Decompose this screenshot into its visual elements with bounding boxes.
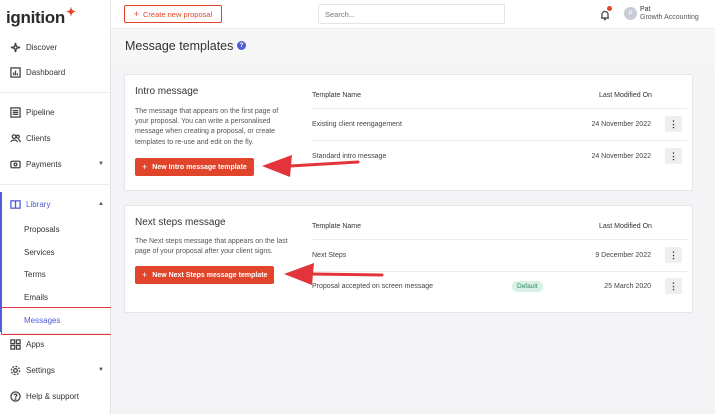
sidebar-item-label: Help & support bbox=[26, 391, 79, 401]
user-org: Growth Accounting bbox=[640, 14, 699, 21]
column-header-name: Template Name bbox=[312, 223, 362, 230]
next-steps-message-card: Next steps message The Next steps messag… bbox=[124, 205, 693, 313]
template-name[interactable]: Next Steps bbox=[312, 252, 346, 259]
chevron-down-icon: ▼ bbox=[98, 367, 104, 373]
page-title: Message templates bbox=[125, 39, 234, 53]
sidebar-item-label: Payments bbox=[26, 159, 62, 169]
create-proposal-button[interactable]: + Create new proposal bbox=[124, 5, 222, 23]
column-header-modified: Last Modified On bbox=[599, 223, 652, 230]
template-name[interactable]: Existing client reengagement bbox=[312, 121, 402, 128]
last-modified-date: 9 December 2022 bbox=[595, 252, 651, 259]
row-divider bbox=[311, 239, 687, 240]
sidebar-item-payments[interactable]: Payments ▼ bbox=[0, 154, 111, 174]
intro-message-card: Intro message The message that appears o… bbox=[124, 74, 693, 191]
chevron-up-icon: ▲ bbox=[98, 201, 104, 207]
book-icon bbox=[9, 198, 21, 210]
help-icon bbox=[9, 390, 21, 402]
divider bbox=[0, 92, 111, 93]
default-badge: Default bbox=[512, 281, 543, 292]
annotation-highlight-box bbox=[1, 307, 117, 335]
card-description: The message that appears on the first pa… bbox=[135, 108, 279, 146]
sidebar-item-clients[interactable]: Clients bbox=[0, 128, 111, 148]
sidebar-item-library[interactable]: Library ▲ bbox=[0, 194, 111, 214]
card-title: Next steps message bbox=[135, 217, 226, 228]
sidebar-item-label: Pipeline bbox=[26, 107, 55, 117]
sidebar-item-label: Discover bbox=[26, 42, 58, 52]
sidebar-subitem-terms[interactable]: Terms bbox=[24, 270, 46, 279]
last-modified-date: 24 November 2022 bbox=[591, 121, 651, 128]
column-header-modified: Last Modified On bbox=[599, 92, 652, 99]
column-header-name: Template Name bbox=[312, 92, 362, 99]
new-next-steps-template-button[interactable]: + New Next Steps message template bbox=[135, 266, 275, 284]
new-intro-template-button[interactable]: + New Intro message template bbox=[135, 158, 254, 176]
row-actions-button[interactable]: ⋮ bbox=[665, 247, 682, 263]
sparkle-icon bbox=[9, 41, 21, 53]
plus-icon: + bbox=[142, 270, 148, 280]
list-icon bbox=[9, 106, 21, 118]
annotation-arrow bbox=[284, 263, 384, 285]
plus-icon: + bbox=[133, 9, 140, 19]
users-icon bbox=[9, 132, 21, 144]
payment-icon bbox=[9, 158, 21, 170]
sidebar: ignition✦ Discover Dashboard Pipeline Cl… bbox=[0, 0, 111, 414]
help-icon[interactable]: ? bbox=[237, 41, 246, 50]
notification-bell-icon[interactable] bbox=[599, 6, 612, 21]
row-actions-button[interactable]: ⋮ bbox=[665, 148, 682, 164]
card-description: The Next steps message that appears on t… bbox=[135, 238, 288, 256]
search-input[interactable] bbox=[318, 4, 505, 24]
sidebar-item-pipeline[interactable]: Pipeline bbox=[0, 102, 111, 122]
sidebar-subitem-proposals[interactable]: Proposals bbox=[24, 225, 60, 234]
topbar: +Create new proposal P Pat Growth Accoun… bbox=[111, 0, 715, 29]
row-actions-button[interactable]: ⋮ bbox=[665, 278, 682, 294]
sidebar-subitem-services[interactable]: Services bbox=[24, 248, 55, 257]
row-divider bbox=[311, 108, 687, 109]
sidebar-item-dashboard[interactable]: Dashboard bbox=[0, 62, 111, 82]
row-divider bbox=[311, 140, 687, 141]
sidebar-item-label: Apps bbox=[26, 339, 45, 349]
sidebar-item-label: Library bbox=[26, 199, 51, 209]
last-modified-date: 24 November 2022 bbox=[591, 153, 651, 160]
sidebar-item-label: Dashboard bbox=[26, 67, 66, 77]
plus-icon: + bbox=[142, 162, 148, 172]
divider bbox=[0, 184, 111, 185]
sidebar-item-label: Settings bbox=[26, 365, 55, 375]
card-title: Intro message bbox=[135, 86, 199, 97]
notification-dot bbox=[607, 6, 612, 11]
gear-icon bbox=[9, 364, 21, 376]
row-actions-button[interactable]: ⋮ bbox=[665, 116, 682, 132]
sidebar-item-settings[interactable]: Settings ▼ bbox=[0, 360, 111, 380]
sidebar-item-help[interactable]: Help & support bbox=[0, 386, 111, 406]
annotation-arrow bbox=[262, 155, 360, 177]
last-modified-date: 25 March 2020 bbox=[604, 283, 651, 290]
ignition-logo[interactable]: ignition✦ bbox=[6, 5, 76, 28]
grid-icon bbox=[9, 338, 21, 350]
bar-chart-icon bbox=[9, 66, 21, 78]
avatar[interactable]: P bbox=[624, 7, 637, 20]
sidebar-item-label: Clients bbox=[26, 133, 51, 143]
sidebar-item-discover[interactable]: Discover bbox=[0, 37, 111, 57]
user-name[interactable]: Pat bbox=[640, 6, 651, 13]
sidebar-subitem-emails[interactable]: Emails bbox=[24, 293, 48, 302]
sidebar-item-apps[interactable]: Apps bbox=[0, 334, 111, 354]
chevron-down-icon: ▼ bbox=[98, 161, 104, 167]
